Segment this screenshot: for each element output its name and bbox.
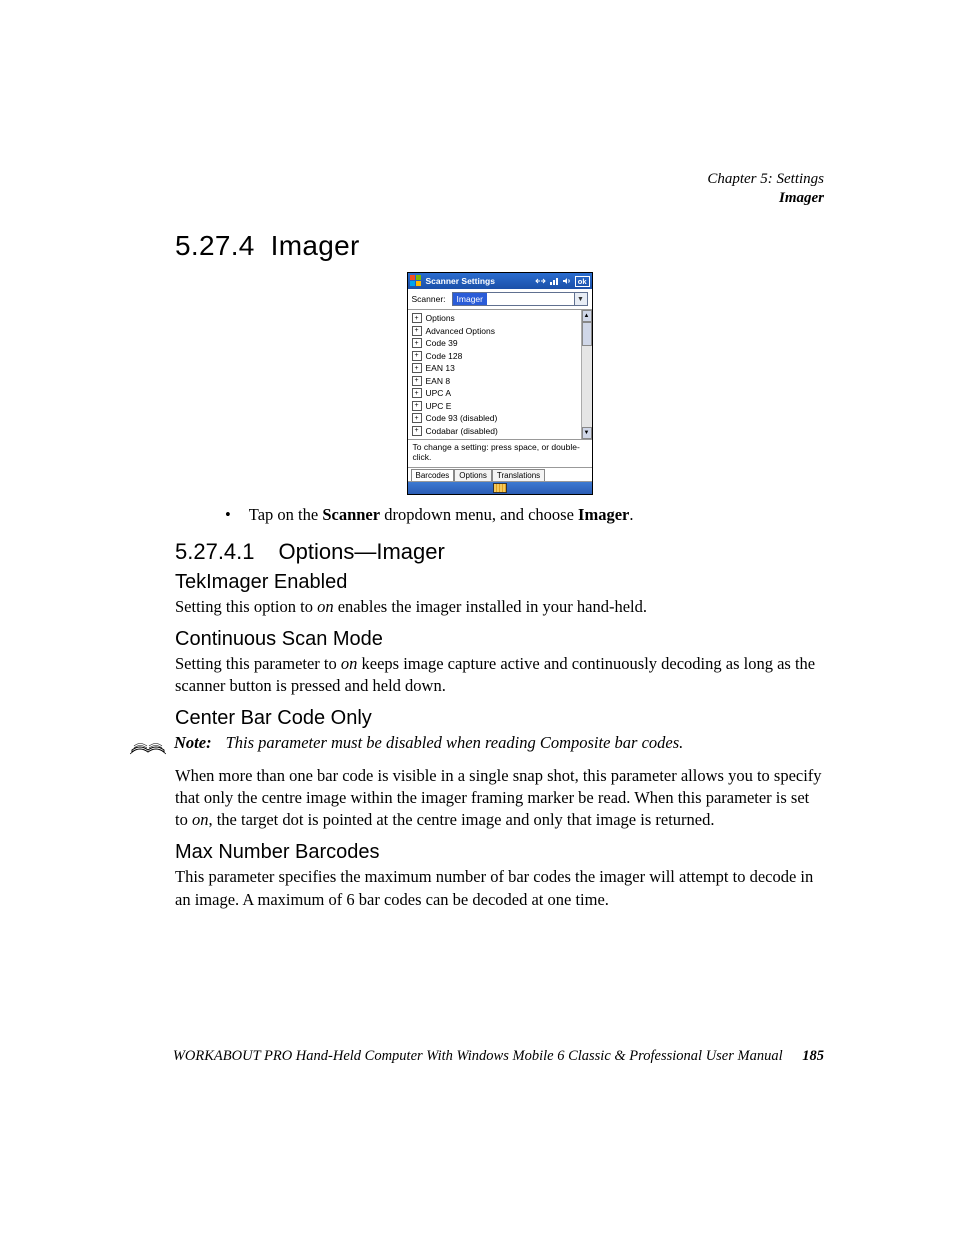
expand-icon[interactable]: + xyxy=(412,413,422,423)
tree-item[interactable]: +UPC E xyxy=(412,400,581,413)
scanner-selected: Imager xyxy=(453,293,487,305)
chevron-down-icon[interactable]: ▼ xyxy=(574,293,587,305)
scanner-row: Scanner: Imager ▼ xyxy=(408,289,592,310)
footer-text: WORKABOUT PRO Hand-Held Computer With Wi… xyxy=(173,1048,783,1064)
scrollbar[interactable]: ▲ ▼ xyxy=(581,310,592,439)
param-heading-tekimager: TekImager Enabled xyxy=(175,571,824,594)
section-heading: 5.27.4 Imager xyxy=(175,230,824,262)
param-heading-center: Center Bar Code Only xyxy=(175,707,824,730)
param-body: When more than one bar code is visible i… xyxy=(175,765,824,832)
scanner-label: Scanner: xyxy=(412,294,446,304)
param-body: Setting this parameter to on keeps image… xyxy=(175,653,824,698)
tree-item[interactable]: +Options xyxy=(412,312,581,325)
note-row: Note:This parameter must be disabled whe… xyxy=(130,732,824,762)
scanner-settings-screenshot: Scanner Settings ok Scanner: Imager ▼ +O… xyxy=(407,272,593,495)
section-title: Imager xyxy=(271,230,360,261)
scanner-dropdown[interactable]: Imager ▼ xyxy=(452,292,588,306)
settings-tree[interactable]: +Options +Advanced Options +Code 39 +Cod… xyxy=(408,310,581,439)
window-title: Scanner Settings xyxy=(426,276,532,286)
param-body: This parameter specifies the maximum num… xyxy=(175,866,824,911)
expand-icon[interactable]: + xyxy=(412,363,422,373)
param-body: Setting this option to on enables the im… xyxy=(175,596,824,618)
bullet-item: • Tap on the Scanner dropdown menu, and … xyxy=(225,505,824,525)
scroll-up-icon[interactable]: ▲ xyxy=(582,310,592,322)
expand-icon[interactable]: + xyxy=(412,351,422,361)
windows-flag-icon xyxy=(410,275,422,287)
expand-icon[interactable]: + xyxy=(412,401,422,411)
tab-options[interactable]: Options xyxy=(454,469,492,481)
subsection-heading: 5.27.4.1 Options—Imager xyxy=(175,539,824,565)
section-number: 5.27.4 xyxy=(175,230,255,261)
signal-icon[interactable] xyxy=(549,276,559,286)
page-footer: WORKABOUT PRO Hand-Held Computer With Wi… xyxy=(150,1048,824,1065)
page-header: Chapter 5: Settings Imager xyxy=(707,170,824,208)
note-text: Note:This parameter must be disabled whe… xyxy=(174,732,683,754)
tree-item[interactable]: +EAN 13 xyxy=(412,362,581,375)
header-section: Imager xyxy=(707,189,824,208)
titlebar: Scanner Settings ok xyxy=(408,273,592,289)
expand-icon[interactable]: + xyxy=(412,426,422,436)
tab-translations[interactable]: Translations xyxy=(492,469,545,481)
connectivity-icon[interactable] xyxy=(535,276,546,286)
expand-icon[interactable]: + xyxy=(412,338,422,348)
scroll-down-icon[interactable]: ▼ xyxy=(582,427,592,439)
subsection-title: Options—Imager xyxy=(279,539,445,564)
expand-icon[interactable]: + xyxy=(412,326,422,336)
param-heading-continuous: Continuous Scan Mode xyxy=(175,628,824,651)
tree-item[interactable]: +Code 93 (disabled) xyxy=(412,412,581,425)
tree-item[interactable]: +UPC A xyxy=(412,387,581,400)
param-heading-max: Max Number Barcodes xyxy=(175,841,824,864)
expand-icon[interactable]: + xyxy=(412,313,422,323)
scroll-track[interactable] xyxy=(582,346,592,427)
keyboard-icon[interactable] xyxy=(493,483,507,493)
scroll-thumb[interactable] xyxy=(582,322,592,346)
tabstrip: Barcodes Options Translations xyxy=(408,468,592,482)
expand-icon[interactable]: + xyxy=(412,388,422,398)
bottom-bar xyxy=(408,482,592,494)
header-chapter: Chapter 5: Settings xyxy=(707,170,824,189)
bullet-text: Tap on the Scanner dropdown menu, and ch… xyxy=(249,505,634,525)
tab-barcodes[interactable]: Barcodes xyxy=(411,469,455,481)
tree-item[interactable]: +Codabar (disabled) xyxy=(412,425,581,438)
tree-item[interactable]: +Code 128 xyxy=(412,350,581,363)
bullet-dot: • xyxy=(225,505,231,525)
tree-item[interactable]: +Code 39 xyxy=(412,337,581,350)
expand-icon[interactable]: + xyxy=(412,376,422,386)
subsection-number: 5.27.4.1 xyxy=(175,539,255,564)
tree-item[interactable]: +Advanced Options xyxy=(412,325,581,338)
page-number: 185 xyxy=(802,1048,824,1064)
ok-button[interactable]: ok xyxy=(575,276,590,287)
hint-text: To change a setting: press space, or dou… xyxy=(408,440,592,468)
tree-item[interactable]: +EAN 8 xyxy=(412,375,581,388)
speaker-icon[interactable] xyxy=(562,276,572,286)
book-icon xyxy=(130,732,166,756)
